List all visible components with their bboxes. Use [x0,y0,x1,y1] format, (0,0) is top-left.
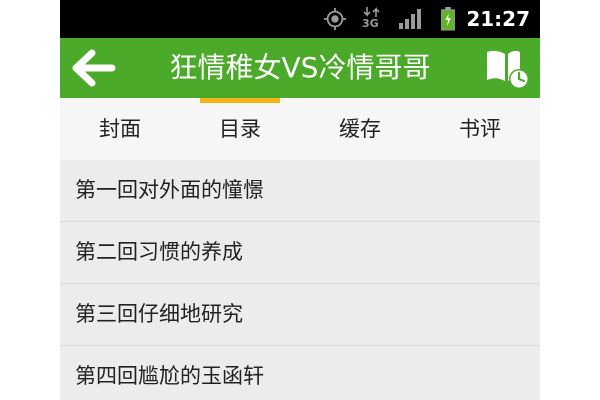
chapter-item[interactable]: 第三回仔细地研究 [60,284,540,346]
book-clock-icon [487,50,529,89]
phone-screen: 3G 21:27 狂情稚女VS冷情哥哥 封面 目录 缓存 书评 第一回对外面的憧… [60,0,540,400]
tab-label: 封面 [99,117,141,141]
gps-icon [323,7,347,31]
chapter-item[interactable]: 第一回对外面的憧憬 [60,160,540,222]
tab-cache[interactable]: 缓存 [300,98,420,160]
tab-bar: 封面 目录 缓存 书评 [60,98,540,161]
chapter-item[interactable]: 第四回尴尬的玉函轩 [60,346,540,400]
tab-contents[interactable]: 目录 [180,98,300,160]
title-bar: 狂情稚女VS冷情哥哥 [60,38,540,98]
back-button[interactable] [72,48,116,88]
tab-label: 书评 [459,117,501,141]
page-title: 狂情稚女VS冷情哥哥 [169,51,431,84]
chapter-item[interactable]: 第二回习惯的养成 [60,222,540,284]
tab-label: 目录 [219,117,261,141]
tab-reviews[interactable]: 书评 [420,98,540,160]
tab-label: 缓存 [339,117,381,141]
network-3g-icon: 3G [362,7,382,31]
reading-history-button[interactable] [484,46,530,90]
status-bar: 3G 21:27 [60,0,540,38]
status-time: 21:27 [466,7,530,31]
chapter-list: 第一回对外面的憧憬 第二回习惯的养成 第三回仔细地研究 第四回尴尬的玉函轩 [60,160,540,400]
tab-cover[interactable]: 封面 [60,98,180,160]
network-label: 3G [362,17,379,30]
battery-icon [441,7,455,31]
tab-selected-indicator [200,98,280,103]
arrow-left-icon [72,49,116,87]
signal-icon [399,9,421,29]
